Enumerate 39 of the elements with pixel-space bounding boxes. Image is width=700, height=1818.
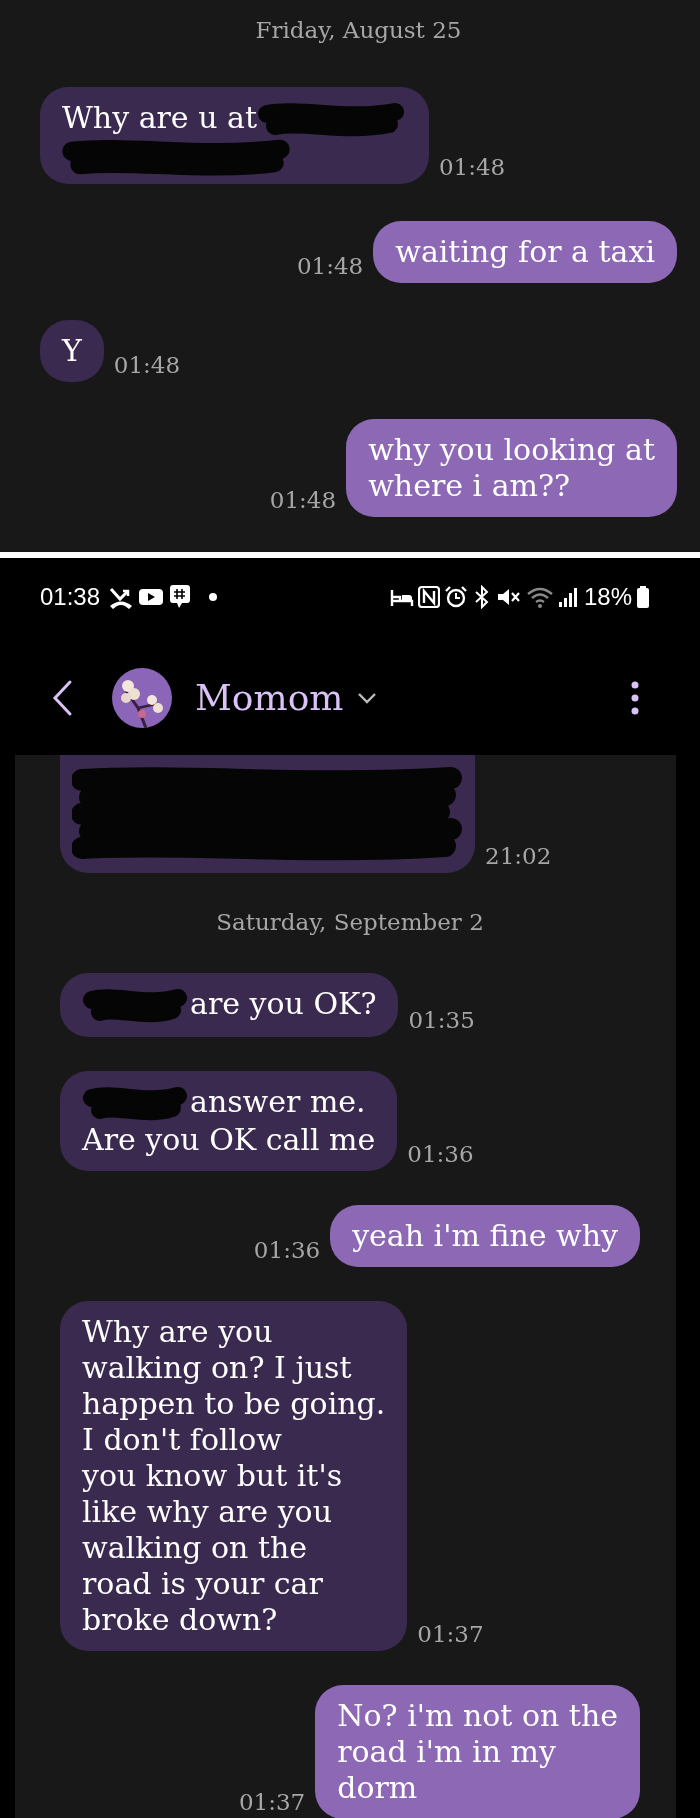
more-button[interactable] — [630, 679, 640, 716]
battery-percent: 18% — [583, 582, 632, 612]
bed-icon — [389, 587, 414, 607]
timestamp: 01:36 — [407, 1140, 474, 1169]
timestamp: 01:35 — [408, 1006, 475, 1035]
message-text: Y — [62, 333, 82, 368]
message-text: Are you OK call me — [82, 1122, 376, 1158]
kebab-icon — [630, 679, 640, 716]
status-time: 01:38 — [40, 582, 101, 612]
alarm-icon — [443, 585, 468, 609]
message-text: waiting for a taxi — [395, 234, 655, 269]
timestamp: 01:36 — [253, 1236, 321, 1265]
message-text: are you OK? — [190, 986, 377, 1021]
wifi-icon — [525, 585, 554, 609]
timestamp: 01:48 — [113, 351, 181, 380]
message-text: No? i'm not on the road i'm in my dorm — [337, 1698, 618, 1805]
signal-icon — [557, 586, 580, 608]
caret-icon — [357, 691, 378, 704]
contact-name-button[interactable]: Momom — [195, 670, 378, 725]
timestamp: 01:48 — [438, 153, 506, 182]
message-text: why you looking at where i am?? — [368, 432, 655, 503]
timestamp: 01:48 — [269, 486, 337, 515]
chevron-left-icon — [50, 678, 74, 717]
timestamp: 01:37 — [238, 1788, 306, 1817]
date-separator: Saturday, September 2 — [215, 908, 485, 937]
missed-call-icon — [108, 585, 135, 609]
battery-icon — [636, 585, 650, 609]
back-button[interactable] — [50, 678, 74, 717]
timestamp: 21:02 — [485, 842, 552, 871]
message-text: Why are you walking on? I just happen to be going. I don't follow you know but it's like why are you walking on the road is your car broke down? — [82, 1314, 386, 1637]
message-text: yeah i'm fine why — [352, 1218, 618, 1253]
date-separator: Friday, August 25 — [254, 16, 463, 45]
play-icon — [138, 587, 165, 607]
timestamp: 01:48 — [296, 252, 364, 281]
nfc-icon — [417, 586, 440, 608]
message-text: answer me. — [190, 1084, 366, 1119]
timestamp: 01:37 — [417, 1620, 484, 1649]
chat-bubble-icon — [168, 584, 193, 610]
message-text: Why are u at — [62, 100, 257, 135]
